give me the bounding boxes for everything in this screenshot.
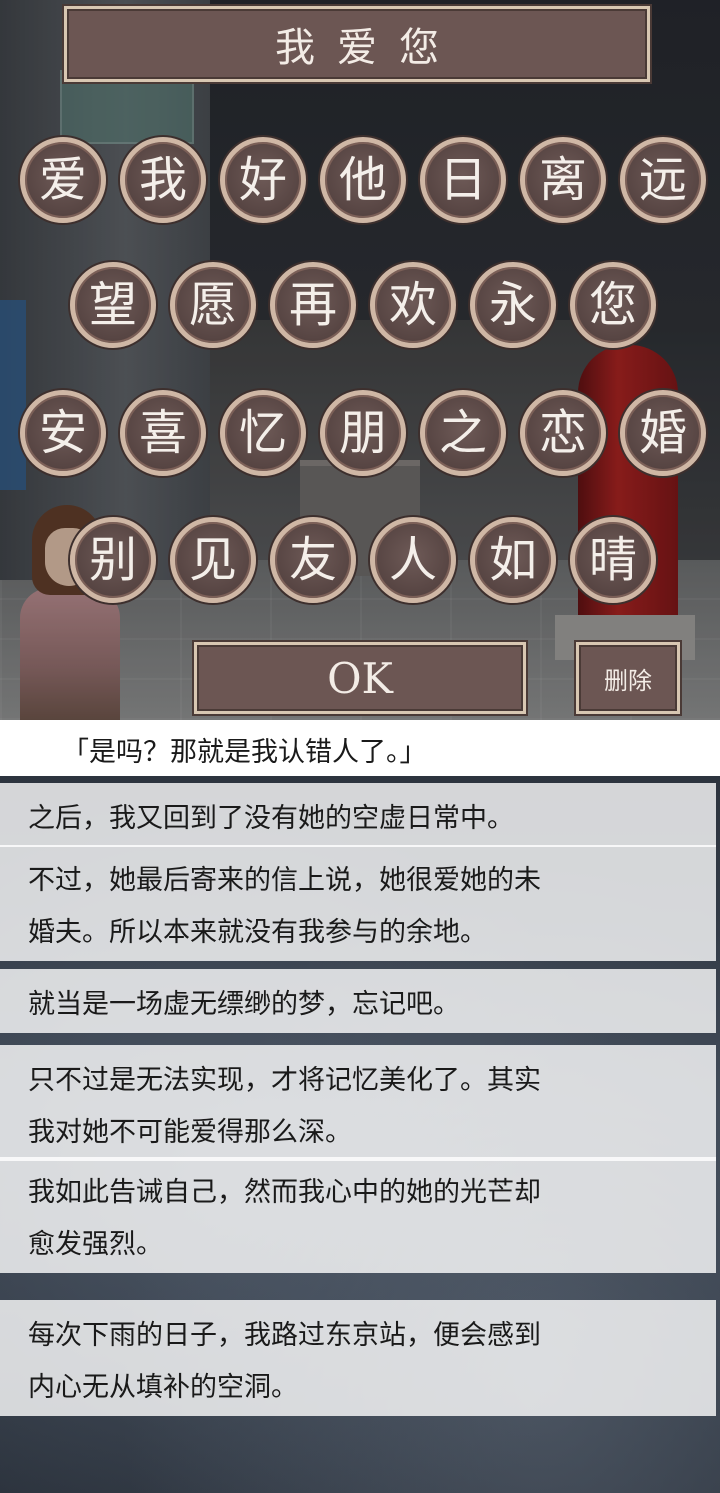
scene-dim-overlay (0, 0, 720, 720)
dialogue-quote-box: 「是吗？那就是我认错人了。」 (0, 720, 720, 776)
character-button[interactable]: 之 (420, 390, 506, 476)
character-button[interactable]: 您 (570, 262, 656, 348)
log-line: 我对她不可能爱得那么深。 (28, 1117, 352, 1148)
character-button[interactable]: 喜 (120, 390, 206, 476)
character-button[interactable]: 婚 (620, 390, 706, 476)
character-button[interactable]: 安 (20, 390, 106, 476)
log-entry: 就当是一场虚无缥缈的梦，忘记吧。 (0, 969, 716, 1033)
character-button[interactable]: 愿 (170, 262, 256, 348)
character-button[interactable]: 爱 (20, 137, 106, 223)
character-button[interactable]: 他 (320, 137, 406, 223)
log-line: 就当是一场虚无缥缈的梦，忘记吧。 (28, 989, 460, 1020)
log-entry: 我如此告诫自己，然而我心中的她的光芒却 愈发强烈。 (0, 1157, 716, 1273)
character-button[interactable]: 别 (70, 517, 156, 603)
dialogue-quote: 「是吗？那就是我认错人了。」 (62, 737, 427, 768)
character-button[interactable]: 友 (270, 517, 356, 603)
log-line: 我如此告诫自己，然而我心中的她的光芒却 (28, 1177, 541, 1208)
character-button[interactable]: 如 (470, 517, 556, 603)
character-button[interactable]: 欢 (370, 262, 456, 348)
log-line: 婚夫。所以本来就没有我参与的余地。 (28, 917, 487, 948)
character-button[interactable]: 日 (420, 137, 506, 223)
game-scene (0, 0, 720, 720)
log-entry: 只不过是无法实现，才将记忆美化了。其实 我对她不可能爱得那么深。 (0, 1045, 716, 1161)
log-line: 内心无从填补的空洞。 (28, 1372, 298, 1403)
character-button[interactable]: 离 (520, 137, 606, 223)
log-entry: 之后，我又回到了没有她的空虚日常中。 (0, 783, 716, 847)
character-button[interactable]: 远 (620, 137, 706, 223)
answer-display: 我爱您 (64, 6, 650, 82)
ok-button[interactable]: OK (194, 642, 526, 714)
character-button[interactable]: 晴 (570, 517, 656, 603)
character-button[interactable]: 好 (220, 137, 306, 223)
delete-button[interactable]: 删除 (576, 642, 680, 714)
character-button[interactable]: 人 (370, 517, 456, 603)
character-button[interactable]: 恋 (520, 390, 606, 476)
character-button[interactable]: 朋 (320, 390, 406, 476)
log-line: 之后，我又回到了没有她的空虚日常中。 (28, 803, 514, 834)
character-button[interactable]: 我 (120, 137, 206, 223)
answer-text: 我爱您 (275, 25, 461, 71)
log-entry: 不过，她最后寄来的信上说，她很爱她的未 婚夫。所以本来就没有我参与的余地。 (0, 845, 716, 961)
character-button[interactable]: 再 (270, 262, 356, 348)
log-line: 每次下雨的日子，我路过东京站，便会感到 (28, 1320, 541, 1351)
log-line: 不过，她最后寄来的信上说，她很爱她的未 (28, 865, 541, 896)
log-entry: 每次下雨的日子，我路过东京站，便会感到 内心无从填补的空洞。 (0, 1300, 716, 1416)
character-button[interactable]: 永 (470, 262, 556, 348)
character-button[interactable]: 忆 (220, 390, 306, 476)
log-line: 愈发强烈。 (28, 1229, 163, 1260)
log-line: 只不过是无法实现，才将记忆美化了。其实 (28, 1065, 541, 1096)
character-button[interactable]: 望 (70, 262, 156, 348)
character-button[interactable]: 见 (170, 517, 256, 603)
